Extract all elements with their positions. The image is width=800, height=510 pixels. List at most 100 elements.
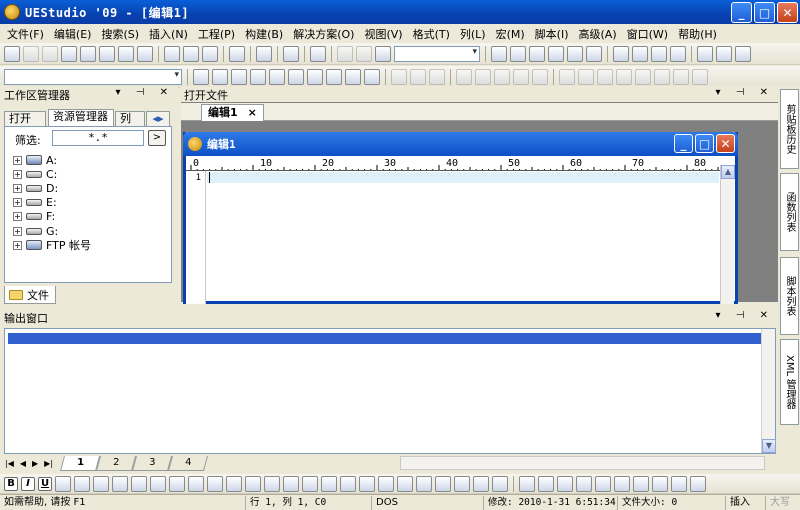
- print-icon[interactable]: [164, 45, 180, 62]
- expand-icon[interactable]: +: [13, 183, 22, 193]
- expand-icon[interactable]: +: [13, 155, 22, 165]
- tile-icon[interactable]: [692, 68, 708, 85]
- bullet-list-icon[interactable]: [74, 475, 90, 492]
- find-prev-icon[interactable]: [529, 45, 545, 62]
- forward-icon[interactable]: [42, 45, 58, 62]
- find-in-files-icon[interactable]: [567, 45, 583, 62]
- wikipedia-icon[interactable]: [231, 68, 247, 85]
- clipboard-combo[interactable]: [394, 45, 480, 62]
- filter-input[interactable]: *.*: [52, 130, 144, 146]
- sheet-tab-2[interactable]: 2: [95, 455, 137, 471]
- menu-solution[interactable]: 解决方案(O): [288, 26, 359, 42]
- close-file-icon[interactable]: [99, 45, 115, 62]
- editor-minimize-button[interactable]: _: [674, 134, 693, 153]
- expand-icon[interactable]: +: [13, 212, 22, 222]
- comment-icon[interactable]: [597, 68, 613, 85]
- tab-scroll-arrows[interactable]: ◂▸: [146, 111, 170, 126]
- radio-icon[interactable]: [359, 475, 375, 492]
- frame-icon[interactable]: [397, 475, 413, 492]
- textarea-icon[interactable]: [321, 475, 337, 492]
- sheet-tab-1[interactable]: 1: [59, 455, 101, 471]
- xml-manager-tab[interactable]: XML 管理器: [780, 339, 799, 425]
- special-char-icon[interactable]: [492, 475, 508, 492]
- checkbox-icon[interactable]: [340, 475, 356, 492]
- cut-icon[interactable]: [337, 45, 353, 62]
- bookmark-next-icon[interactable]: [410, 68, 426, 85]
- tree-item-drive-f[interactable]: + F:: [13, 210, 91, 224]
- form-icon[interactable]: [226, 475, 242, 492]
- html-icon[interactable]: [633, 475, 649, 492]
- n-icon[interactable]: [307, 68, 323, 85]
- tree-item-drive-a[interactable]: + A:: [13, 153, 91, 167]
- menu-edit[interactable]: 编辑(E): [49, 26, 97, 42]
- output-pane[interactable]: ▼: [4, 328, 776, 454]
- italic-icon[interactable]: I: [21, 476, 35, 491]
- menu-column[interactable]: 列(L): [455, 26, 491, 42]
- save-all-icon[interactable]: [137, 45, 153, 62]
- heading-center-icon[interactable]: [169, 475, 185, 492]
- word-wrap-icon[interactable]: [256, 45, 272, 62]
- bookmark-prev-icon[interactable]: [429, 68, 445, 85]
- label-icon[interactable]: [264, 475, 280, 492]
- menu-search[interactable]: 搜索(S): [96, 26, 144, 42]
- script-list-tab[interactable]: 脚本列表: [780, 257, 799, 335]
- hr-icon[interactable]: [245, 475, 261, 492]
- print-preview-icon[interactable]: [183, 45, 199, 62]
- script-icon[interactable]: [652, 475, 668, 492]
- password-field-icon[interactable]: [302, 475, 318, 492]
- tree-item-drive-d[interactable]: + D:: [13, 181, 91, 195]
- sheet-tab-4[interactable]: 4: [167, 455, 209, 471]
- table-icon[interactable]: [519, 475, 535, 492]
- php-icon[interactable]: [326, 68, 342, 85]
- tree-item-drive-e[interactable]: + E:: [13, 196, 91, 210]
- map-icon[interactable]: [250, 68, 266, 85]
- more-icon[interactable]: [690, 475, 706, 492]
- underline-icon[interactable]: U: [38, 476, 52, 491]
- menu-insert[interactable]: 插入(N): [144, 26, 193, 42]
- menu-help[interactable]: 帮助(H): [673, 26, 722, 42]
- outdent-icon[interactable]: [578, 68, 594, 85]
- panel-controls[interactable]: ▾ ⊣ ✕: [716, 310, 774, 321]
- rebuild-icon[interactable]: [494, 68, 510, 85]
- stop-icon[interactable]: [654, 68, 670, 85]
- tab-explorer[interactable]: 资源管理器: [48, 109, 114, 126]
- clipboard-history-tab[interactable]: 剪贴板历史: [780, 89, 799, 169]
- editor-vertical-scrollbar[interactable]: ▲: [720, 165, 735, 304]
- back-icon[interactable]: [23, 45, 39, 62]
- settings-icon[interactable]: [671, 475, 687, 492]
- output-vertical-scrollbar[interactable]: ▼: [761, 329, 776, 453]
- expand-icon[interactable]: +: [13, 240, 22, 250]
- numbered-list-icon[interactable]: [93, 475, 109, 492]
- menu-project[interactable]: 工程(P): [193, 26, 240, 42]
- bold-icon[interactable]: B: [4, 476, 18, 491]
- heading-left-icon[interactable]: [150, 475, 166, 492]
- scroll-up-icon[interactable]: ▲: [721, 165, 735, 179]
- build-icon[interactable]: [475, 68, 491, 85]
- compile-icon[interactable]: [456, 68, 472, 85]
- hand-icon[interactable]: [635, 68, 651, 85]
- new-file-icon[interactable]: [61, 45, 77, 62]
- align-left-icon[interactable]: [613, 45, 629, 62]
- copy-format-icon[interactable]: [538, 475, 554, 492]
- paragraph-icon[interactable]: [55, 475, 71, 492]
- browser-icon[interactable]: [310, 45, 326, 62]
- uestudio-app-icon[interactable]: [4, 4, 20, 20]
- editor-maximize-button[interactable]: □: [695, 134, 714, 153]
- run-icon[interactable]: [513, 68, 529, 85]
- expand-icon[interactable]: +: [13, 169, 22, 179]
- uncomment-icon[interactable]: [616, 68, 632, 85]
- chain-icon[interactable]: [345, 68, 361, 85]
- replace-icon[interactable]: [548, 45, 564, 62]
- menu-script[interactable]: 脚本(I): [530, 26, 574, 42]
- windows-icon[interactable]: [364, 68, 380, 85]
- indent-icon[interactable]: [559, 68, 575, 85]
- close-button[interactable]: ✕: [777, 2, 798, 23]
- menu-file[interactable]: 文件(F): [2, 26, 49, 42]
- style-icon[interactable]: [131, 475, 147, 492]
- output-horizontal-scrollbar[interactable]: [400, 456, 765, 470]
- find-next-icon[interactable]: [510, 45, 526, 62]
- panel-controls[interactable]: ▾ ⊣ ✕: [116, 87, 174, 98]
- goto-line-icon[interactable]: [586, 45, 602, 62]
- open-folder-icon[interactable]: [80, 45, 96, 62]
- page-setup-icon[interactable]: [202, 45, 218, 62]
